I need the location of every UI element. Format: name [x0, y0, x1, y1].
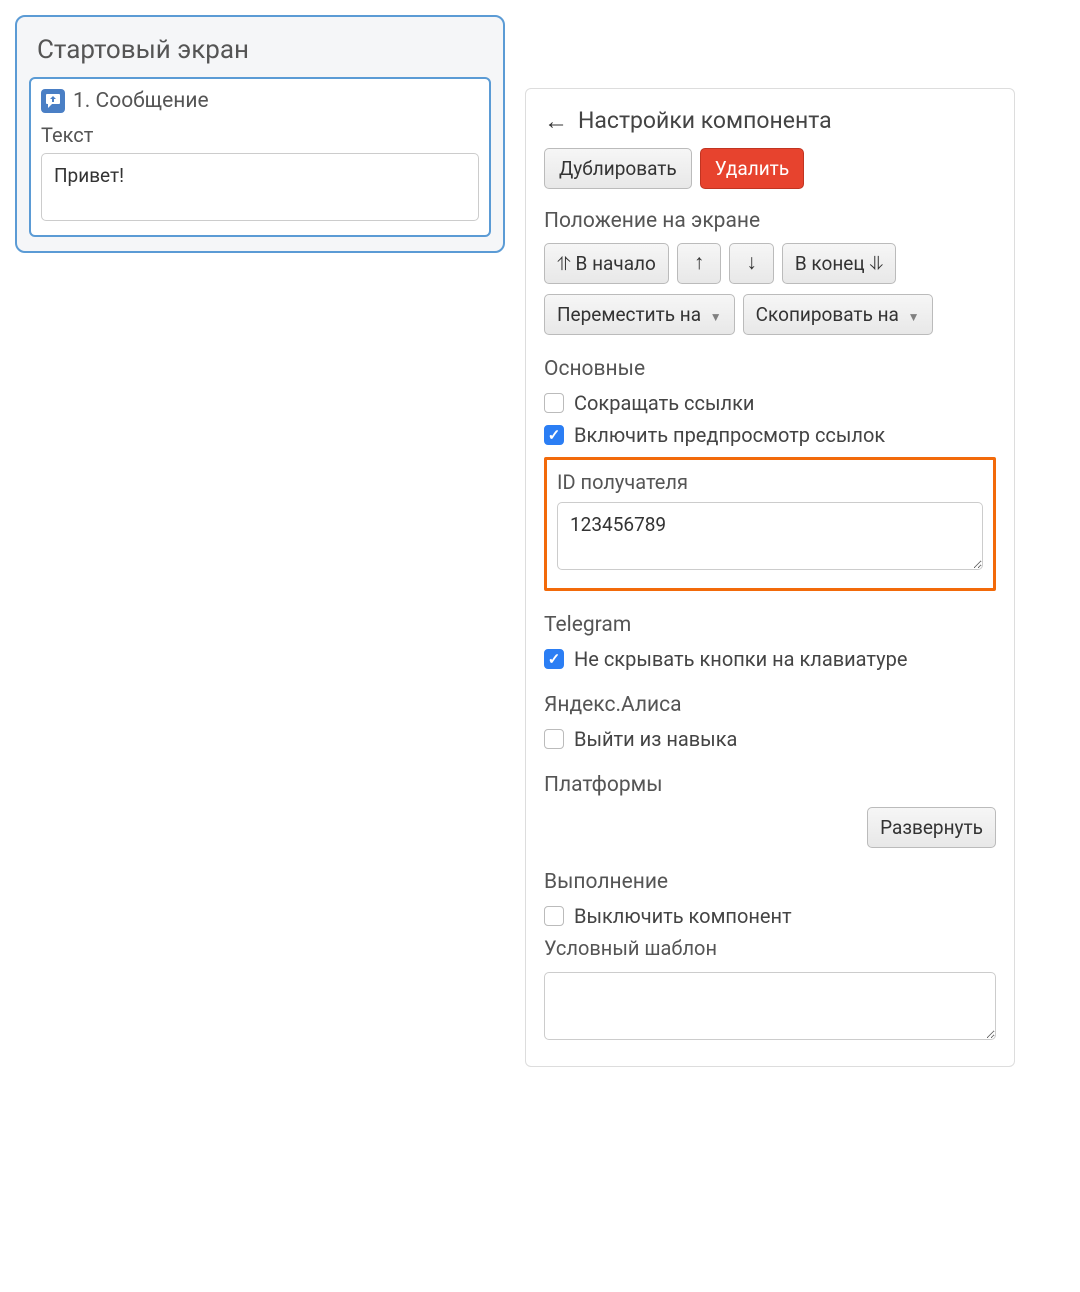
enable-preview-row[interactable]: ✓ Включить предпросмотр ссылок [544, 423, 996, 447]
keep-keyboard-buttons-label: Не скрывать кнопки на клавиатуре [574, 647, 907, 671]
action-buttons-row: Дублировать Удалить [544, 148, 996, 189]
card-header: 1. Сообщение [41, 89, 479, 113]
recipient-id-label: ID получателя [557, 470, 983, 494]
shorten-links-label: Сокращать ссылки [574, 391, 754, 415]
chevron-down-icon: ▼ [908, 310, 920, 324]
enable-preview-checkbox[interactable]: ✓ [544, 425, 564, 445]
move-up-button[interactable]: ↑ [677, 243, 722, 284]
card-title: 1. Сообщение [73, 89, 209, 113]
platforms-section-label: Платформы [544, 773, 996, 797]
component-settings-panel: ← Настройки компонента Дублировать Удали… [525, 88, 1015, 1067]
delete-button[interactable]: Удалить [700, 148, 804, 189]
main-section-label: Основные [544, 357, 996, 381]
disable-component-checkbox[interactable] [544, 906, 564, 926]
alice-section-label: Яндекс.Алиса [544, 693, 996, 717]
message-text-input[interactable] [41, 153, 479, 221]
move-to-dropdown[interactable]: Переместить на ▼ [544, 294, 735, 335]
recipient-id-input[interactable] [557, 502, 983, 570]
screen-title: Стартовый экран [29, 35, 491, 65]
recipient-id-group: ID получателя [544, 457, 996, 591]
check-icon: ✓ [548, 426, 561, 444]
duplicate-button[interactable]: Дублировать [544, 148, 692, 189]
condition-template-input[interactable] [544, 972, 996, 1040]
telegram-section-label: Telegram [544, 613, 996, 637]
move-to-start-button[interactable]: ⥣ В начало [544, 243, 669, 284]
disable-component-row[interactable]: Выключить компонент [544, 904, 996, 928]
platforms-expand-row: Развернуть [544, 807, 996, 848]
expand-platforms-button[interactable]: Развернуть [867, 807, 996, 848]
move-to-end-button[interactable]: В конец ⥥ [782, 243, 896, 284]
shorten-links-checkbox[interactable] [544, 393, 564, 413]
copy-to-dropdown[interactable]: Скопировать на ▼ [743, 294, 933, 335]
screen-card: Стартовый экран 1. Сообщение Текст [15, 15, 505, 253]
shorten-links-row[interactable]: Сокращать ссылки [544, 391, 996, 415]
execution-section: Выполнение Выключить компонент Условный … [544, 870, 996, 1044]
disable-component-label: Выключить компонент [574, 904, 792, 928]
text-field-label: Текст [41, 123, 479, 147]
alice-section: Яндекс.Алиса Выйти из навыка [544, 693, 996, 751]
exit-skill-checkbox[interactable] [544, 729, 564, 749]
keep-keyboard-buttons-row[interactable]: ✓ Не скрывать кнопки на клавиатуре [544, 647, 996, 671]
keep-keyboard-buttons-checkbox[interactable]: ✓ [544, 649, 564, 669]
enable-preview-label: Включить предпросмотр ссылок [574, 423, 885, 447]
telegram-section: Telegram ✓ Не скрывать кнопки на клавиат… [544, 613, 996, 671]
chevron-down-icon: ▼ [710, 310, 722, 324]
message-component-card[interactable]: 1. Сообщение Текст [29, 77, 491, 237]
execution-section-label: Выполнение [544, 870, 996, 894]
template-label: Условный шаблон [544, 936, 996, 960]
platforms-section: Платформы Развернуть [544, 773, 996, 848]
move-down-button[interactable]: ↓ [729, 243, 774, 284]
settings-title: Настройки компонента [578, 107, 832, 134]
check-icon: ✓ [548, 650, 561, 668]
position-buttons-row-1: ⥣ В начало ↑ ↓ В конец ⥥ [544, 243, 996, 284]
settings-header: ← Настройки компонента [544, 107, 996, 134]
position-buttons-row-2: Переместить на ▼ Скопировать на ▼ [544, 294, 996, 335]
exit-skill-label: Выйти из навыка [574, 727, 737, 751]
main-section: Основные Сокращать ссылки ✓ Включить пре… [544, 357, 996, 591]
back-arrow-icon[interactable]: ← [544, 109, 568, 133]
position-section-label: Положение на экране [544, 209, 996, 233]
exit-skill-row[interactable]: Выйти из навыка [544, 727, 996, 751]
message-send-icon [41, 89, 65, 113]
